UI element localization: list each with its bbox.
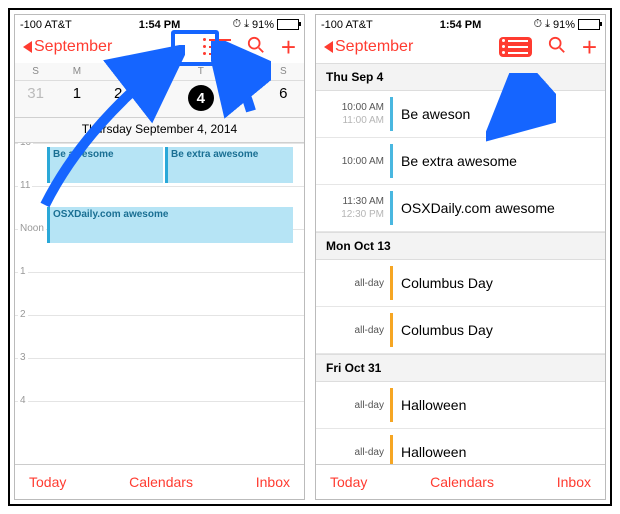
- event-time: 11:30 AM12:30 PM: [322, 195, 390, 221]
- weekday-label: T: [180, 63, 221, 80]
- event-color-bar: [390, 313, 393, 347]
- day-grid[interactable]: 10 11 Noon 1 2 3 4 Be awesomeBe extra awesome OS…: [15, 143, 304, 464]
- nav-bar: September +: [15, 32, 304, 63]
- list-item[interactable]: 10:00 AM11:00 AM Be aweson: [316, 91, 605, 138]
- hour-label: 11: [18, 180, 32, 191]
- event-color-bar: [390, 144, 393, 178]
- back-button[interactable]: September: [23, 38, 112, 56]
- event-title: Be extra awesome: [401, 153, 517, 169]
- battery-icon: [578, 19, 600, 30]
- event-color-bar: [390, 266, 393, 300]
- phone-list-view: -100 AT&T 1:54 PM ⏱ ⤓ 91% September +: [315, 14, 606, 500]
- event-list[interactable]: Thu Sep 410:00 AM11:00 AMBe aweson10:00 …: [316, 63, 605, 464]
- week-date-row[interactable]: 31123456: [15, 81, 304, 118]
- date-cell[interactable]: 4: [180, 85, 221, 111]
- date-cell[interactable]: 3: [139, 85, 180, 111]
- list-toggle-button[interactable]: [209, 39, 231, 55]
- weekday-label: F: [221, 63, 262, 80]
- hour-label: 3: [18, 352, 28, 363]
- event-title: Be aweson: [401, 106, 470, 122]
- weekday-label: S: [15, 63, 56, 80]
- hour-label: 4: [18, 395, 28, 406]
- hour-label: 2: [18, 309, 28, 320]
- hour-label: 1: [18, 266, 28, 277]
- event-color-bar: [390, 97, 393, 131]
- event-title: OSXDaily.com awesome: [401, 200, 555, 216]
- date-cell[interactable]: 2: [98, 85, 139, 111]
- event-time: all-day: [322, 399, 390, 412]
- add-event-button[interactable]: +: [582, 39, 597, 55]
- weekday-label: M: [56, 63, 97, 80]
- bottom-toolbar: Today Calendars Inbox: [316, 464, 605, 499]
- event-title: Halloween: [401, 397, 466, 413]
- list-section-header: Thu Sep 4: [316, 63, 605, 91]
- list-toggle-button-active[interactable]: [499, 37, 532, 57]
- list-item[interactable]: all-day Halloween: [316, 382, 605, 429]
- today-button[interactable]: Today: [330, 474, 367, 490]
- date-label: Thursday September 4, 2014: [15, 118, 304, 143]
- battery-icon: [277, 19, 299, 30]
- week-day-header: SMTWTFS: [15, 63, 304, 81]
- phone-day-view: -100 AT&T 1:54 PM ⏱ ⤓ 91% September +: [14, 14, 305, 500]
- back-label: September: [335, 38, 413, 56]
- chevron-left-icon: [324, 41, 333, 53]
- list-section-header: Fri Oct 31: [316, 354, 605, 382]
- event-color-bar: [390, 388, 393, 422]
- calendars-button[interactable]: Calendars: [430, 474, 494, 490]
- event-time: 10:00 AM: [322, 155, 390, 168]
- bottom-toolbar: Today Calendars Inbox: [15, 464, 304, 499]
- chevron-left-icon: [23, 41, 32, 53]
- calendar-event[interactable]: OSXDaily.com awesome: [47, 207, 293, 243]
- calendar-event[interactable]: Be extra awesome: [165, 147, 293, 183]
- back-label: September: [34, 38, 112, 56]
- status-time: 1:54 PM: [316, 19, 605, 31]
- weekday-label: W: [139, 63, 180, 80]
- search-button[interactable]: [247, 36, 265, 57]
- event-title: Halloween: [401, 444, 466, 460]
- list-item[interactable]: all-day Columbus Day: [316, 260, 605, 307]
- hour-label: Noon: [18, 223, 46, 234]
- inbox-button[interactable]: Inbox: [557, 474, 591, 490]
- weekday-label: T: [98, 63, 139, 80]
- inbox-button[interactable]: Inbox: [256, 474, 290, 490]
- status-time: 1:54 PM: [15, 19, 304, 31]
- event-time: all-day: [322, 324, 390, 337]
- event-color-bar: [390, 435, 393, 464]
- calendar-event[interactable]: Be awesome: [47, 147, 163, 183]
- calendars-button[interactable]: Calendars: [129, 474, 193, 490]
- weekday-label: S: [263, 63, 304, 80]
- list-item[interactable]: all-day Columbus Day: [316, 307, 605, 354]
- event-title: Columbus Day: [401, 322, 493, 338]
- status-bar: -100 AT&T 1:54 PM ⏱ ⤓ 91%: [15, 15, 304, 32]
- list-item[interactable]: 11:30 AM12:30 PM OSXDaily.com awesome: [316, 185, 605, 232]
- event-time: all-day: [322, 277, 390, 290]
- date-cell[interactable]: 31: [15, 85, 56, 111]
- status-bar: -100 AT&T 1:54 PM ⏱ ⤓ 91%: [316, 15, 605, 32]
- date-cell[interactable]: 6: [263, 85, 304, 111]
- date-cell[interactable]: 5: [221, 85, 262, 111]
- event-time: 10:00 AM11:00 AM: [322, 101, 390, 127]
- add-event-button[interactable]: +: [281, 39, 296, 55]
- list-item[interactable]: 10:00 AM Be extra awesome: [316, 138, 605, 185]
- event-color-bar: [390, 191, 393, 225]
- list-section-header: Mon Oct 13: [316, 232, 605, 260]
- hour-label: 10: [18, 143, 33, 148]
- today-button[interactable]: Today: [29, 474, 66, 490]
- back-button[interactable]: September: [324, 38, 413, 56]
- date-cell[interactable]: 1: [56, 85, 97, 111]
- event-title: Columbus Day: [401, 275, 493, 291]
- nav-bar: September +: [316, 32, 605, 63]
- search-button[interactable]: [548, 36, 566, 57]
- list-item[interactable]: all-day Halloween: [316, 429, 605, 464]
- event-time: all-day: [322, 446, 390, 459]
